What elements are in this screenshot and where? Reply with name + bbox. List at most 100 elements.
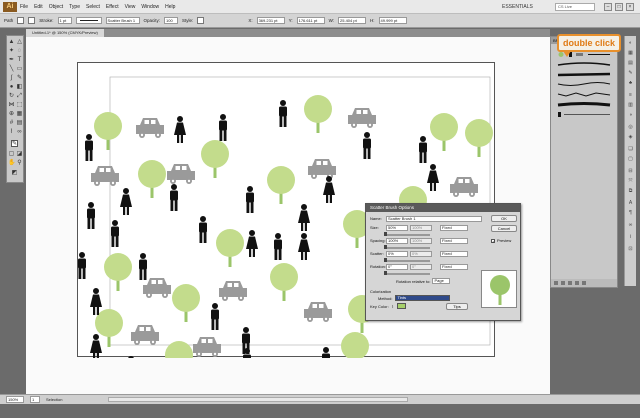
x-field[interactable]: 369.231 pt <box>256 17 285 24</box>
scatter-min-field[interactable]: 0% <box>386 250 408 257</box>
minimize-icon[interactable]: – <box>604 3 612 11</box>
links-icon[interactable]: ∞ <box>627 222 634 228</box>
spacing-max-field[interactable]: 100% <box>410 237 432 244</box>
size-slider[interactable] <box>384 232 430 236</box>
eraser-tool-icon[interactable]: ◧ <box>16 84 23 91</box>
line-tool-icon[interactable]: ╲ <box>8 66 15 73</box>
size-max-field[interactable]: 100% <box>410 224 432 231</box>
search-input[interactable]: CS Live <box>555 3 595 11</box>
artboard-navigator[interactable]: 1 <box>30 396 40 403</box>
remove-stroke-icon[interactable] <box>561 281 565 285</box>
stroke-swatch[interactable] <box>28 17 36 24</box>
menu-edit[interactable]: Edit <box>34 0 43 14</box>
perspective-grid-tool-icon[interactable]: ▦ <box>16 111 23 118</box>
rotation-relative-select[interactable]: Page <box>432 278 451 284</box>
options-icon[interactable] <box>568 281 572 285</box>
brush-thumbnails-art-3[interactable] <box>556 81 612 88</box>
brush-libraries-icon[interactable] <box>554 281 558 285</box>
magic-wand-tool-icon[interactable]: ✦ <box>8 48 15 55</box>
brush-thumbnails-art-1[interactable] <box>556 61 612 68</box>
menu-file[interactable]: File <box>20 0 28 14</box>
blob-brush-tool-icon[interactable]: ● <box>8 84 15 91</box>
transparency-icon[interactable]: ◑ <box>627 112 634 118</box>
stroke-weight-field[interactable]: 1 pt <box>57 17 72 24</box>
character-icon[interactable]: A <box>627 200 634 206</box>
zoom-tool-icon[interactable]: ⚲ <box>16 160 23 167</box>
gradient-tool-icon[interactable]: ▤ <box>16 120 23 127</box>
color-panel-icon[interactable]: ◐ <box>627 40 634 46</box>
zoom-field[interactable]: 150% <box>6 396 24 403</box>
eyedropper-icon[interactable]: ⌇ <box>392 304 394 309</box>
workspace-switcher[interactable]: ESSENTIALS <box>502 0 533 14</box>
delete-brush-icon[interactable] <box>582 281 586 285</box>
paragraph-icon[interactable]: ¶ <box>627 210 634 216</box>
size-min-field[interactable]: 50% <box>386 224 408 231</box>
rotation-min-field[interactable]: 0° <box>386 263 408 270</box>
lasso-tool-icon[interactable]: ◌ <box>16 48 23 55</box>
color-guide-icon[interactable]: ▦ <box>627 50 634 56</box>
variable-width-profile[interactable] <box>75 17 102 24</box>
brush-definition-select[interactable]: Scatter Brush 1 <box>105 17 140 24</box>
graphic-style-swatch[interactable] <box>197 17 205 24</box>
menu-select[interactable]: Select <box>86 0 100 14</box>
shape-builder-tool-icon[interactable]: ⊕ <box>8 111 15 118</box>
preview-checkbox[interactable]: ✓ Preview <box>491 238 511 243</box>
scatter-slider[interactable] <box>384 258 430 262</box>
brush-thumbnails-art-4[interactable] <box>556 91 612 98</box>
new-brush-icon[interactable] <box>575 281 579 285</box>
swatches-icon[interactable]: ▤ <box>627 60 634 66</box>
info-icon[interactable]: i <box>627 234 634 240</box>
brush-thumbnails-art-5[interactable] <box>556 101 612 108</box>
symbol-sprayer-tool-icon[interactable]: ✎ <box>11 140 18 147</box>
h-field[interactable]: 49.999 pt <box>378 17 407 24</box>
free-transform-tool-icon[interactable]: ⬚ <box>16 102 23 109</box>
artboard-tool-icon[interactable]: ▢ <box>8 151 15 158</box>
graphic-styles-icon[interactable]: ◈ <box>627 134 634 140</box>
transform-icon[interactable]: ⤧ <box>627 178 634 184</box>
rotation-slider[interactable] <box>384 271 430 275</box>
scatter-mode-select[interactable]: Fixed <box>440 250 468 257</box>
layers-icon[interactable]: ❏ <box>627 146 634 152</box>
eyedropper-tool-icon[interactable]: ⌇ <box>8 129 15 136</box>
spacing-min-field[interactable]: 100% <box>386 237 408 244</box>
appearance-icon[interactable]: ◎ <box>627 124 634 130</box>
key-color-swatch[interactable] <box>396 303 406 309</box>
direct-selection-tool-icon[interactable]: △ <box>16 39 23 46</box>
spacing-mode-select[interactable]: Fixed <box>440 237 468 244</box>
pen-tool-icon[interactable]: ✒ <box>8 57 15 64</box>
artboards-icon[interactable]: ▢ <box>627 156 634 162</box>
tips-button[interactable]: Tips <box>446 303 468 310</box>
selection-tool-icon[interactable]: ▲ <box>8 39 15 46</box>
maximize-icon[interactable]: □ <box>615 3 623 11</box>
spacing-slider[interactable] <box>384 245 430 249</box>
fill-swatch[interactable] <box>17 17 25 24</box>
menu-type[interactable]: Type <box>69 0 80 14</box>
menu-help[interactable]: Help <box>165 0 175 14</box>
brush-thumbnails-art-2[interactable] <box>556 71 612 78</box>
close-icon[interactable]: × <box>626 3 634 11</box>
mesh-tool-icon[interactable]: # <box>8 120 15 127</box>
width-tool-icon[interactable]: ⋈ <box>8 102 15 109</box>
align-icon[interactable]: ⊟ <box>627 168 634 174</box>
menu-object[interactable]: Object <box>49 0 63 14</box>
gradient-icon[interactable]: ▥ <box>627 102 634 108</box>
navigator-icon[interactable]: ⊡ <box>627 246 634 252</box>
pathfinder-icon[interactable]: ⧉ <box>627 188 634 194</box>
menu-window[interactable]: Window <box>141 0 159 14</box>
rotation-mode-select[interactable]: Fixed <box>440 263 468 270</box>
ok-button[interactable]: OK <box>491 215 517 222</box>
name-field[interactable]: Scatter Brush 1 <box>386 215 482 222</box>
size-mode-select[interactable]: Fixed <box>440 224 468 231</box>
type-tool-icon[interactable]: T <box>16 57 23 64</box>
menu-view[interactable]: View <box>125 0 136 14</box>
brushes-icon[interactable]: ✎ <box>627 70 634 76</box>
slice-tool-icon[interactable]: ◪ <box>16 151 23 158</box>
blend-tool-icon[interactable]: ∞ <box>16 129 23 136</box>
rotation-max-field[interactable]: 0° <box>410 263 432 270</box>
scale-tool-icon[interactable]: ⤢ <box>16 93 23 100</box>
method-select[interactable]: Tints <box>395 295 451 301</box>
paintbrush-tool-icon[interactable]: ∫ <box>8 75 15 82</box>
rectangle-tool-icon[interactable]: ▭ <box>16 66 23 73</box>
rotate-tool-icon[interactable]: ↻ <box>8 93 15 100</box>
hand-tool-icon[interactable]: ✋ <box>8 160 15 167</box>
